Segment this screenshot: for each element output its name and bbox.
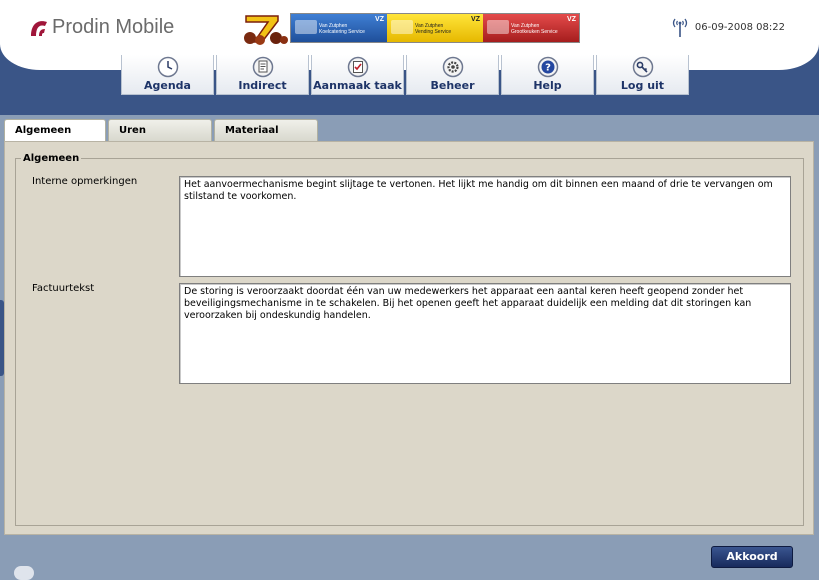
banner-line2: Grootkeuken Service — [511, 29, 558, 35]
internal-remarks-label: Interne opmerkingen — [32, 176, 138, 187]
fieldset-legend: Algemeen — [21, 153, 82, 164]
truck-image-icon — [295, 20, 317, 34]
nav-label: Agenda — [144, 79, 191, 92]
app-logo: Prodin Mobile — [28, 14, 174, 40]
nav-label: Beheer — [430, 79, 475, 92]
banner-koelcatering: Van Zutphen Koelcatering Service VZ — [291, 14, 387, 42]
invoice-text-textarea[interactable]: De storing is veroorzaakt doordat één va… — [179, 283, 791, 384]
nav-label: Log uit — [620, 79, 665, 92]
nav-label: Indirect — [238, 79, 287, 92]
nav-label: Help — [533, 79, 562, 92]
tool-image-icon — [487, 20, 509, 34]
tab-panel: Algemeen Interne opmerkingen Het aanvoer… — [4, 141, 814, 535]
accept-button[interactable]: Akkoord — [711, 546, 793, 568]
tab-algemeen[interactable]: Algemeen — [4, 119, 106, 143]
vz-badge: VZ — [375, 16, 384, 23]
nav-help[interactable]: ? Help — [501, 55, 594, 95]
banner-vending: Van Zutphen Vending Service VZ — [387, 14, 483, 42]
checklist-icon — [347, 56, 368, 78]
tab-bar: Algemeen Uren Materiaal — [4, 119, 320, 143]
key-icon — [632, 56, 653, 78]
header-band: Prodin Mobile Van Zutphen Koelcatering Se… — [0, 0, 819, 115]
help-icon: ? — [537, 56, 558, 78]
antenna-icon — [672, 18, 688, 37]
banner-grootkeuken: Van Zutphen Grootkeuken Service VZ — [483, 14, 579, 42]
vz-badge: VZ — [471, 16, 480, 23]
nav-indirect[interactable]: Indirect — [216, 55, 309, 95]
clock-icon — [157, 56, 178, 78]
banner-line2: Vending Service — [415, 29, 452, 35]
nav-label: Aanmaak taak — [313, 79, 402, 92]
status-area: 06-09-2008 08:22 — [671, 16, 785, 38]
brand-banner: Van Zutphen Koelcatering Service VZ Van Z… — [238, 10, 580, 46]
nav-beheer[interactable]: Beheer — [406, 55, 499, 95]
invoice-text-label: Factuurtekst — [32, 283, 95, 294]
tab-uren[interactable]: Uren — [108, 119, 212, 141]
nav-log-uit[interactable]: Log uit — [596, 55, 689, 95]
gear-icon — [442, 56, 463, 78]
main-nav: Agenda Indirect Aanmaak taak Beheer ? He… — [121, 55, 691, 95]
app-name: Prodin Mobile — [52, 15, 175, 38]
internal-remarks-textarea[interactable]: Het aanvoermechanisme begint slijtage te… — [179, 176, 791, 277]
nav-agenda[interactable]: Agenda — [121, 55, 214, 95]
vz-seven-logo-icon — [244, 15, 288, 45]
truck-image-icon — [391, 20, 413, 34]
tab-materiaal[interactable]: Materiaal — [214, 119, 318, 141]
prodin-logo-icon — [31, 21, 47, 36]
document-icon — [252, 56, 273, 78]
svg-text:?: ? — [545, 63, 551, 74]
bottom-handle — [14, 566, 34, 580]
side-handle[interactable] — [0, 300, 4, 376]
status-datetime: 06-09-2008 08:22 — [694, 21, 785, 33]
banner-line2: Koelcatering Service — [319, 29, 365, 35]
vz-badge: VZ — [567, 16, 576, 23]
nav-aanmaak-taak[interactable]: Aanmaak taak — [311, 55, 404, 95]
service-strip: Van Zutphen Koelcatering Service VZ Van Z… — [290, 13, 580, 43]
